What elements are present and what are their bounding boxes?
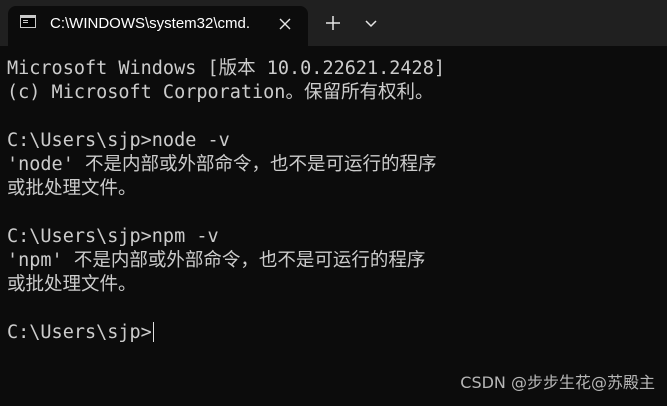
tab-title: C:\WINDOWS\system32\cmd. bbox=[50, 15, 251, 32]
console-line: 'node' 不是内部或外部命令，也不是可运行的程序 bbox=[7, 154, 437, 175]
console-line: Microsoft Windows [版本 10.0.22621.2428] bbox=[7, 58, 445, 79]
watermark: CSDN @步步生花@苏殿主 bbox=[460, 373, 655, 392]
close-icon[interactable] bbox=[274, 13, 296, 35]
console-line: (c) Microsoft Corporation。保留所有权利。 bbox=[7, 82, 434, 103]
plus-icon[interactable] bbox=[322, 12, 344, 34]
console-line: C:\Users\sjp>node -v bbox=[7, 130, 230, 151]
tab-cmd[interactable]: C:\WINDOWS\system32\cmd. bbox=[8, 6, 308, 46]
console-line: 或批处理文件。 bbox=[7, 274, 137, 295]
terminal-window: C:\WINDOWS\system32\cmd. Microsoft Windo… bbox=[0, 0, 667, 406]
console-line: C:\Users\sjp>npm -v bbox=[7, 226, 219, 247]
console-output[interactable]: Microsoft Windows [版本 10.0.22621.2428] (… bbox=[7, 57, 657, 345]
text-cursor bbox=[152, 322, 154, 342]
title-bar: C:\WINDOWS\system32\cmd. bbox=[0, 0, 667, 46]
prompt-text: C:\Users\sjp> bbox=[7, 322, 152, 343]
prompt-line[interactable]: C:\Users\sjp> bbox=[7, 321, 657, 345]
console-line: 'npm' 不是内部或外部命令，也不是可运行的程序 bbox=[7, 250, 426, 271]
cmd-icon bbox=[20, 15, 36, 28]
console-line: 或批处理文件。 bbox=[7, 178, 137, 199]
chevron-down-icon[interactable] bbox=[360, 12, 382, 34]
